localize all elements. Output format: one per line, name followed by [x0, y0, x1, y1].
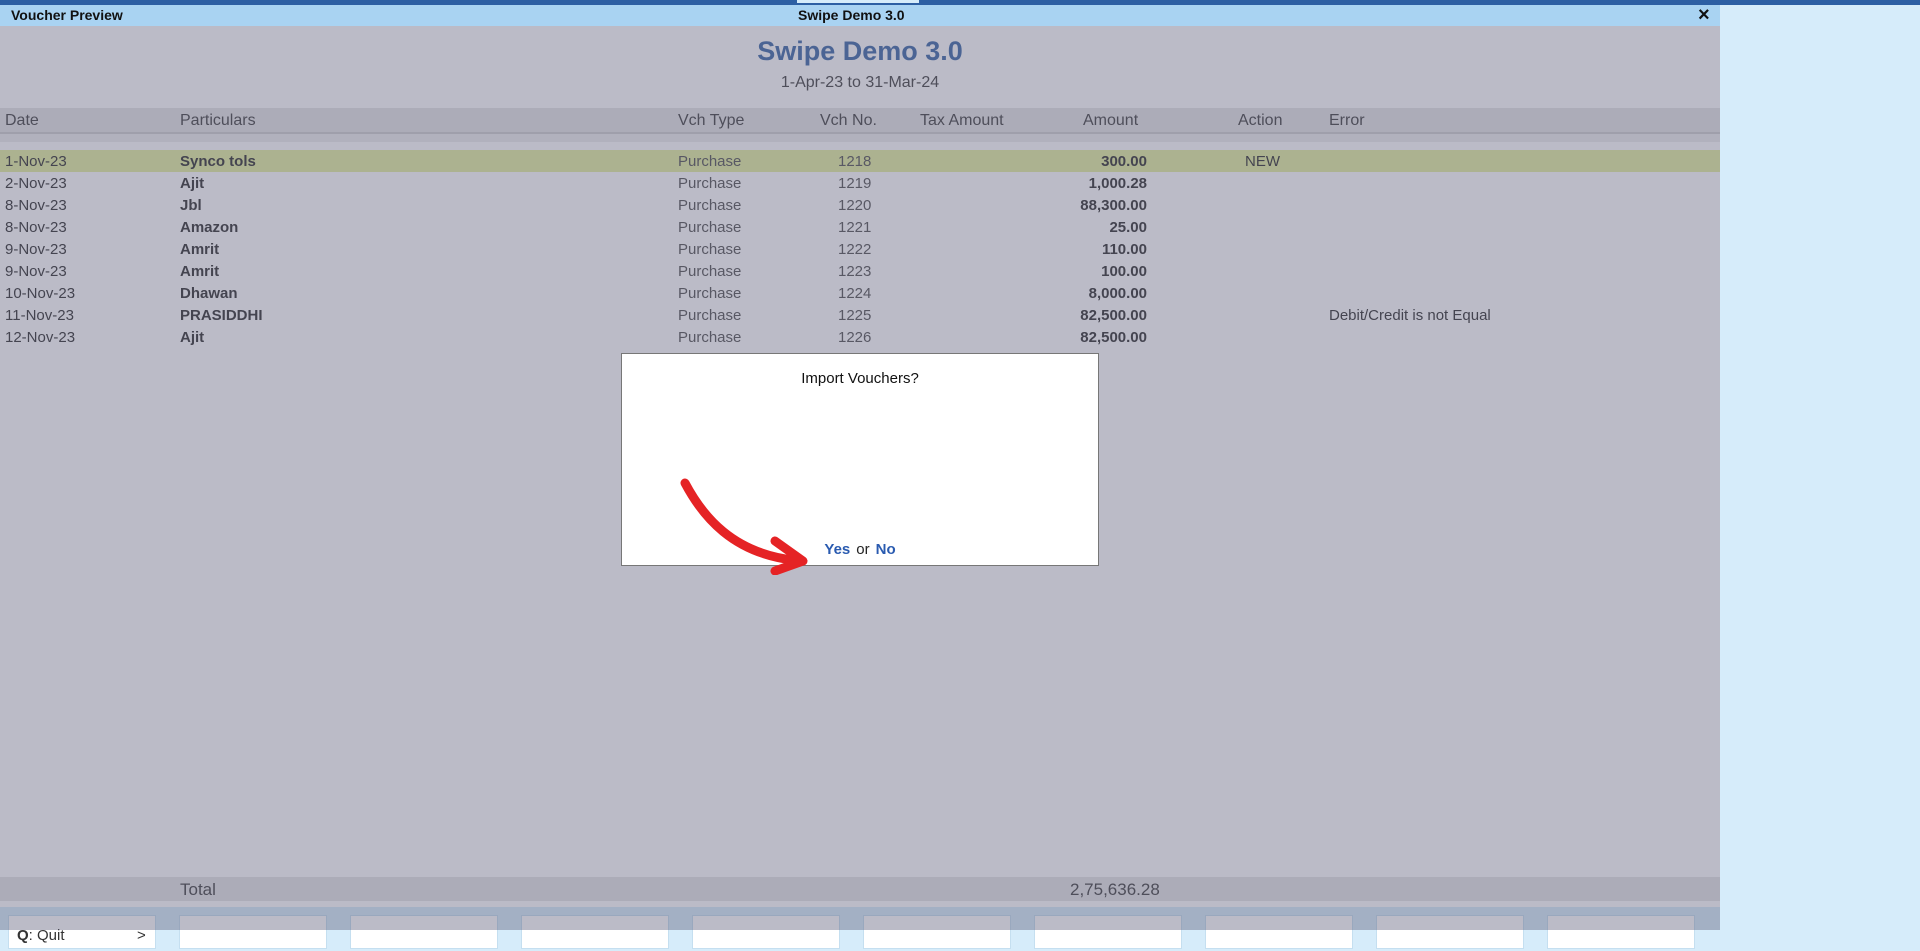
empty-button-slot[interactable]	[521, 915, 669, 949]
row-vch-no: 1220	[838, 197, 872, 214]
row-particulars: Amazon	[180, 219, 239, 236]
row-amount: 8,000.00	[1088, 285, 1147, 302]
row-amount: 25.00	[1109, 219, 1147, 236]
empty-button-slot[interactable]	[1547, 915, 1695, 949]
report-period: 1-Apr-23 to 31-Mar-24	[780, 74, 940, 91]
row-vch-type: Purchase	[678, 329, 742, 346]
row-amount: 82,500.00	[1080, 307, 1147, 324]
empty-button-slot[interactable]	[1376, 915, 1524, 949]
column-header-row: Date Particulars Vch Type Vch No. Tax Am…	[0, 108, 1720, 134]
col-vch-no: Vch No.	[820, 112, 877, 129]
empty-button-slot[interactable]	[863, 915, 1011, 949]
row-vch-no: 1225	[838, 307, 872, 324]
row-vch-type: Purchase	[678, 241, 742, 258]
row-date: 10-Nov-23	[5, 285, 76, 302]
row-vch-type: Purchase	[678, 153, 742, 170]
button-bar: Q: Quit >	[0, 907, 1720, 951]
total-label: Total	[180, 880, 216, 899]
or-label: or	[856, 541, 870, 558]
empty-button-slot[interactable]	[692, 915, 840, 949]
close-icon[interactable]: ×	[1698, 4, 1710, 27]
col-action: Action	[1238, 112, 1283, 129]
row-vch-type: Purchase	[678, 197, 742, 214]
col-amount: Amount	[1083, 112, 1139, 129]
table-row[interactable]: 8-Nov-23 Amazon Purchase 1221 25.00	[0, 216, 1720, 238]
row-particulars: PRASIDDHI	[180, 307, 263, 324]
row-date: 1-Nov-23	[5, 153, 67, 170]
row-vch-type: Purchase	[678, 285, 742, 302]
row-vch-type: Purchase	[678, 219, 742, 236]
dialog-question: Import Vouchers?	[801, 370, 919, 387]
row-vch-no: 1221	[838, 219, 872, 236]
row-amount: 300.00	[1101, 153, 1147, 170]
company-title: Swipe Demo 3.0	[798, 7, 905, 23]
red-arrow-annotation-icon	[680, 478, 808, 575]
total-row: Total 2,75,636.28	[0, 877, 1720, 901]
table-row[interactable]: 1-Nov-23 Synco tols Purchase 1218 300.00…	[0, 150, 1720, 172]
row-vch-no: 1226	[838, 329, 872, 346]
row-amount: 82,500.00	[1080, 329, 1147, 346]
row-vch-type: Purchase	[678, 175, 742, 192]
table-row[interactable]: 9-Nov-23 Amrit Purchase 1222 110.00	[0, 238, 1720, 260]
row-particulars: Dhawan	[180, 285, 238, 302]
table-row[interactable]: 10-Nov-23 Dhawan Purchase 1224 8,000.00	[0, 282, 1720, 304]
table-row[interactable]: 12-Nov-23 Ajit Purchase 1226 82,500.00	[0, 326, 1720, 348]
row-amount: 100.00	[1101, 263, 1147, 280]
total-amount: 2,75,636.28	[1070, 880, 1160, 899]
row-vch-no: 1219	[838, 175, 872, 192]
quit-button[interactable]: Q: Quit >	[8, 915, 156, 949]
row-vch-type: Purchase	[678, 263, 742, 280]
empty-button-slot[interactable]	[350, 915, 498, 949]
row-particulars: Jbl	[180, 197, 202, 214]
voucher-rows: 1-Nov-23 Synco tols Purchase 1218 300.00…	[0, 150, 1720, 348]
row-particulars: Ajit	[180, 175, 205, 192]
empty-button-slot[interactable]	[1205, 915, 1353, 949]
row-date: 8-Nov-23	[5, 197, 67, 214]
col-particulars: Particulars	[180, 112, 256, 129]
no-button[interactable]: No	[876, 541, 896, 558]
col-error: Error	[1329, 112, 1365, 129]
header-separator	[0, 134, 1720, 142]
row-vch-no: 1222	[838, 241, 872, 258]
company-name: Swipe Demo 3.0	[757, 36, 963, 66]
row-date: 11-Nov-23	[5, 307, 74, 324]
row-particulars: Amrit	[180, 263, 220, 280]
row-vch-no: 1218	[838, 153, 872, 170]
window-title: Voucher Preview	[11, 7, 123, 23]
row-particulars: Amrit	[180, 241, 220, 258]
row-date: 12-Nov-23	[5, 329, 76, 346]
row-date: 9-Nov-23	[5, 241, 67, 258]
col-date: Date	[5, 112, 39, 129]
row-date: 2-Nov-23	[5, 175, 67, 192]
row-particulars: Synco tols	[180, 153, 256, 170]
row-amount: 88,300.00	[1080, 197, 1147, 214]
table-row[interactable]: 8-Nov-23 Jbl Purchase 1220 88,300.00	[0, 194, 1720, 216]
row-vch-no: 1224	[838, 285, 872, 302]
empty-button-slot[interactable]	[1034, 915, 1182, 949]
col-tax-amount: Tax Amount	[920, 112, 1004, 129]
row-amount: 1,000.28	[1088, 175, 1147, 192]
yes-button[interactable]: Yes	[824, 541, 850, 558]
row-particulars: Ajit	[180, 329, 205, 346]
empty-button-slot[interactable]	[179, 915, 327, 949]
row-vch-no: 1223	[838, 263, 872, 280]
table-row[interactable]: 11-Nov-23 PRASIDDHI Purchase 1225 82,500…	[0, 304, 1720, 326]
row-amount: 110.00	[1101, 241, 1147, 258]
row-date: 9-Nov-23	[5, 263, 67, 280]
row-error: Debit/Credit is not Equal	[1329, 307, 1491, 324]
row-vch-type: Purchase	[678, 307, 742, 324]
table-row[interactable]: 2-Nov-23 Ajit Purchase 1219 1,000.28	[0, 172, 1720, 194]
row-action: NEW	[1245, 153, 1280, 170]
title-bar: Voucher Preview Swipe Demo 3.0 ×	[0, 4, 1720, 27]
row-date: 8-Nov-23	[5, 219, 67, 236]
top-strip-notch	[797, 0, 919, 3]
table-row[interactable]: 9-Nov-23 Amrit Purchase 1223 100.00	[0, 260, 1720, 282]
col-vch-type: Vch Type	[678, 112, 745, 129]
